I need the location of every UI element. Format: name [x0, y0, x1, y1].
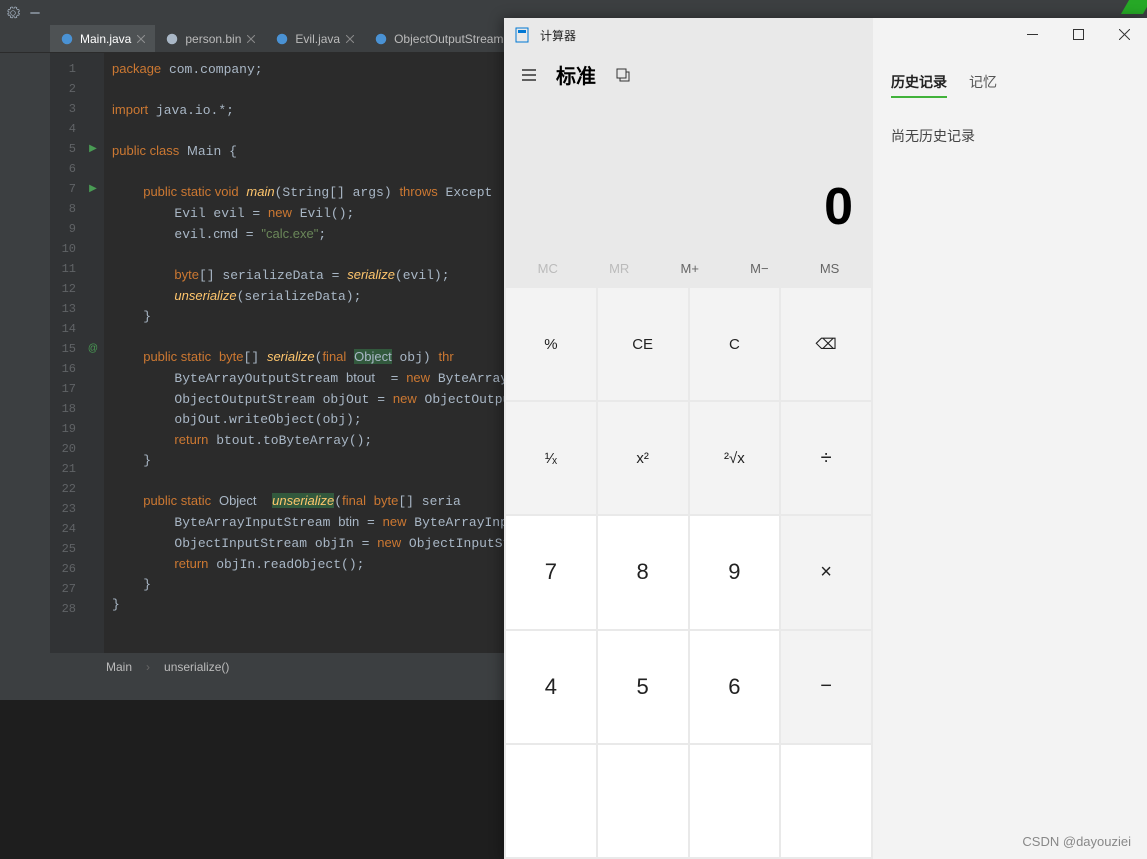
calc-mode-label: 标准 — [556, 60, 596, 89]
key-4[interactable]: 4 — [506, 631, 596, 743]
key-5[interactable]: 5 — [598, 631, 688, 743]
nav-column — [0, 53, 50, 653]
mem-m+[interactable]: M+ — [681, 261, 699, 276]
key-CE[interactable]: CE — [598, 288, 688, 400]
maximize-button[interactable] — [1055, 18, 1101, 50]
calc-header: 标准 — [504, 52, 873, 97]
pin-icon[interactable] — [614, 66, 632, 84]
key-partial[interactable] — [781, 745, 871, 857]
tab-memory[interactable]: 记忆 — [969, 72, 997, 98]
chevron-right-icon: › — [146, 660, 150, 674]
key-÷[interactable]: ÷ — [781, 402, 871, 514]
breadcrumb-class[interactable]: Main — [106, 660, 132, 674]
close-button[interactable] — [1101, 18, 1147, 50]
mem-m−[interactable]: M− — [750, 261, 768, 276]
line-gutter: 1234567891011121314151617181920212223242… — [50, 53, 82, 653]
key-%[interactable]: % — [506, 288, 596, 400]
calc-app-title: 计算器 — [540, 27, 576, 44]
key-7[interactable]: 7 — [506, 516, 596, 628]
memory-row: MC MR M+ M− MS — [504, 257, 873, 286]
breadcrumb-method[interactable]: unserialize() — [164, 660, 229, 674]
key-⌫[interactable]: ⌫ — [781, 288, 871, 400]
minimize-icon[interactable] — [28, 6, 42, 20]
mem-ms[interactable]: MS — [820, 261, 840, 276]
calculator-main: 计算器 标准 0 MC MR M+ M− MS %CEC⌫ ¹⁄ₓx²²√x÷ 789× 45… — [504, 18, 873, 859]
file-icon — [275, 32, 289, 46]
history-empty-text: 尚无历史记录 — [891, 126, 1129, 146]
tab-history[interactable]: 历史记录 — [891, 72, 947, 98]
run-markers: ▶▶@ — [82, 53, 104, 653]
key-²√x[interactable]: ²√x — [690, 402, 780, 514]
tab-objectoutputstream[interactable]: ObjectOutputStream — [364, 25, 527, 52]
key-partial[interactable] — [506, 745, 596, 857]
key-×[interactable]: × — [781, 516, 871, 628]
key-6[interactable]: 6 — [690, 631, 780, 743]
file-icon — [165, 32, 179, 46]
tab-main-java[interactable]: Main.java — [50, 25, 155, 52]
key-x²[interactable]: x² — [598, 402, 688, 514]
close-icon[interactable] — [137, 35, 145, 43]
hamburger-icon[interactable] — [520, 66, 538, 84]
close-icon[interactable] — [247, 35, 255, 43]
window-controls — [1009, 18, 1147, 50]
calculator-icon — [514, 27, 530, 43]
keypad: %CEC⌫ ¹⁄ₓx²²√x÷ 789× 456− — [504, 286, 873, 859]
mem-mc: MC — [538, 261, 558, 276]
key-¹⁄ₓ[interactable]: ¹⁄ₓ — [506, 402, 596, 514]
key-8[interactable]: 8 — [598, 516, 688, 628]
key-C[interactable]: C — [690, 288, 780, 400]
key-partial[interactable] — [690, 745, 780, 857]
mem-mr: MR — [609, 261, 629, 276]
gear-icon[interactable] — [6, 6, 20, 20]
calculator-window: 计算器 标准 0 MC MR M+ M− MS %CEC⌫ ¹⁄ₓx²²√x÷ 789× 45… — [504, 18, 1147, 859]
key-−[interactable]: − — [781, 631, 871, 743]
file-icon — [60, 32, 74, 46]
calc-side-panel: 历史记录 记忆 尚无历史记录 — [873, 18, 1147, 859]
tab-evil-java[interactable]: Evil.java — [265, 25, 364, 52]
calc-display: 0 — [504, 97, 873, 257]
breadcrumb[interactable]: Main › unserialize() — [106, 655, 229, 679]
file-icon — [374, 32, 388, 46]
key-partial[interactable] — [598, 745, 688, 857]
calc-titlebar: 计算器 — [504, 18, 873, 52]
side-tabs: 历史记录 记忆 — [891, 72, 1129, 98]
watermark: CSDN @dayouziei — [1022, 834, 1131, 849]
key-9[interactable]: 9 — [690, 516, 780, 628]
tab-person-bin[interactable]: person.bin — [155, 25, 265, 52]
minimize-button[interactable] — [1009, 18, 1055, 50]
close-icon[interactable] — [346, 35, 354, 43]
